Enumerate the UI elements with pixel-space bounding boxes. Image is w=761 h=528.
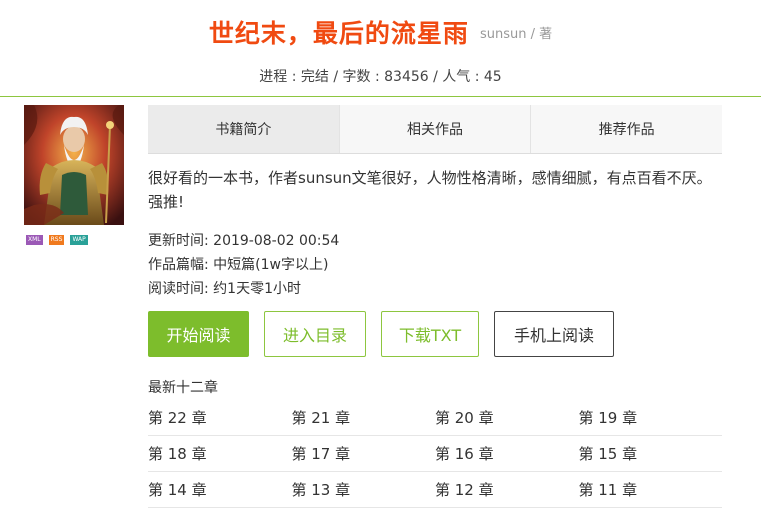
tab-recommended[interactable]: 推荐作品 (531, 105, 723, 153)
table-of-contents-button[interactable]: 进入目录 (264, 311, 366, 357)
chapter-row: 第 14 章 第 13 章 第 12 章 第 11 章 (148, 472, 722, 508)
chapter-row: 第 22 章 第 21 章 第 20 章 第 19 章 (148, 400, 722, 436)
chapter-link[interactable]: 第 14 章 (148, 479, 292, 500)
chapter-link[interactable]: 第 21 章 (292, 407, 436, 428)
wap-badge[interactable]: WAP (70, 235, 88, 245)
book-stats: 进程 : 完结 / 字数 : 83456 / 人气 : 45 (259, 69, 502, 85)
feed-badges: XML RSS WAP (26, 235, 88, 245)
chapter-link[interactable]: 第 13 章 (292, 479, 436, 500)
latest-chapters-list: 第 22 章 第 21 章 第 20 章 第 19 章 第 18 章 第 17 … (148, 400, 722, 508)
book-description: 很好看的一本书，作者sunsun文笔很好，人物性格清晰，感情细腻，有点百看不厌。… (148, 169, 712, 211)
cover-illustration (24, 105, 124, 225)
xml-badge[interactable]: XML (26, 235, 43, 245)
download-txt-button[interactable]: 下载TXT (381, 311, 479, 357)
book-title[interactable]: 世纪末，最后的流星雨 (209, 19, 469, 48)
start-reading-button[interactable]: 开始阅读 (148, 311, 249, 357)
chapter-link[interactable]: 第 17 章 (292, 443, 436, 464)
chapter-link[interactable]: 第 12 章 (435, 479, 579, 500)
update-time: 更新时间: 2019-08-02 00:54 (148, 233, 340, 249)
title-row: 世纪末，最后的流星雨 sunsun / 著 (0, 14, 761, 50)
chapter-link[interactable]: 第 16 章 (435, 443, 579, 464)
page-header: 世纪末，最后的流星雨 sunsun / 著 进程 : 完结 / 字数 : 834… (0, 0, 761, 97)
tab-intro[interactable]: 书籍简介 (148, 105, 340, 153)
mobile-reading-button[interactable]: 手机上阅读 (494, 311, 614, 357)
tab-related[interactable]: 相关作品 (339, 105, 532, 153)
book-cover[interactable] (24, 105, 124, 225)
latest-chapters-heading: 最新十二章 (148, 380, 218, 396)
book-tabs: 书籍简介 相关作品 推荐作品 (148, 105, 723, 154)
author-name[interactable]: sunsun / 著 (480, 27, 552, 42)
book-info: 更新时间: 2019-08-02 00:54 作品篇幅: 中短篇(1w字以上) … (148, 229, 339, 301)
chapter-link[interactable]: 第 20 章 (435, 407, 579, 428)
rss-badge[interactable]: RSS (48, 235, 65, 245)
chapter-link[interactable]: 第 22 章 (148, 407, 292, 428)
book-length: 作品篇幅: 中短篇(1w字以上) (148, 257, 329, 273)
read-time: 阅读时间: 约1天零1小时 (148, 281, 301, 297)
chapter-link[interactable]: 第 19 章 (579, 407, 723, 428)
chapter-row: 第 18 章 第 17 章 第 16 章 第 15 章 (148, 436, 722, 472)
chapter-link[interactable]: 第 11 章 (579, 479, 723, 500)
chapter-link[interactable]: 第 15 章 (579, 443, 723, 464)
action-buttons: 开始阅读 进入目录 下载TXT 手机上阅读 (148, 311, 614, 357)
chapter-link[interactable]: 第 18 章 (148, 443, 292, 464)
